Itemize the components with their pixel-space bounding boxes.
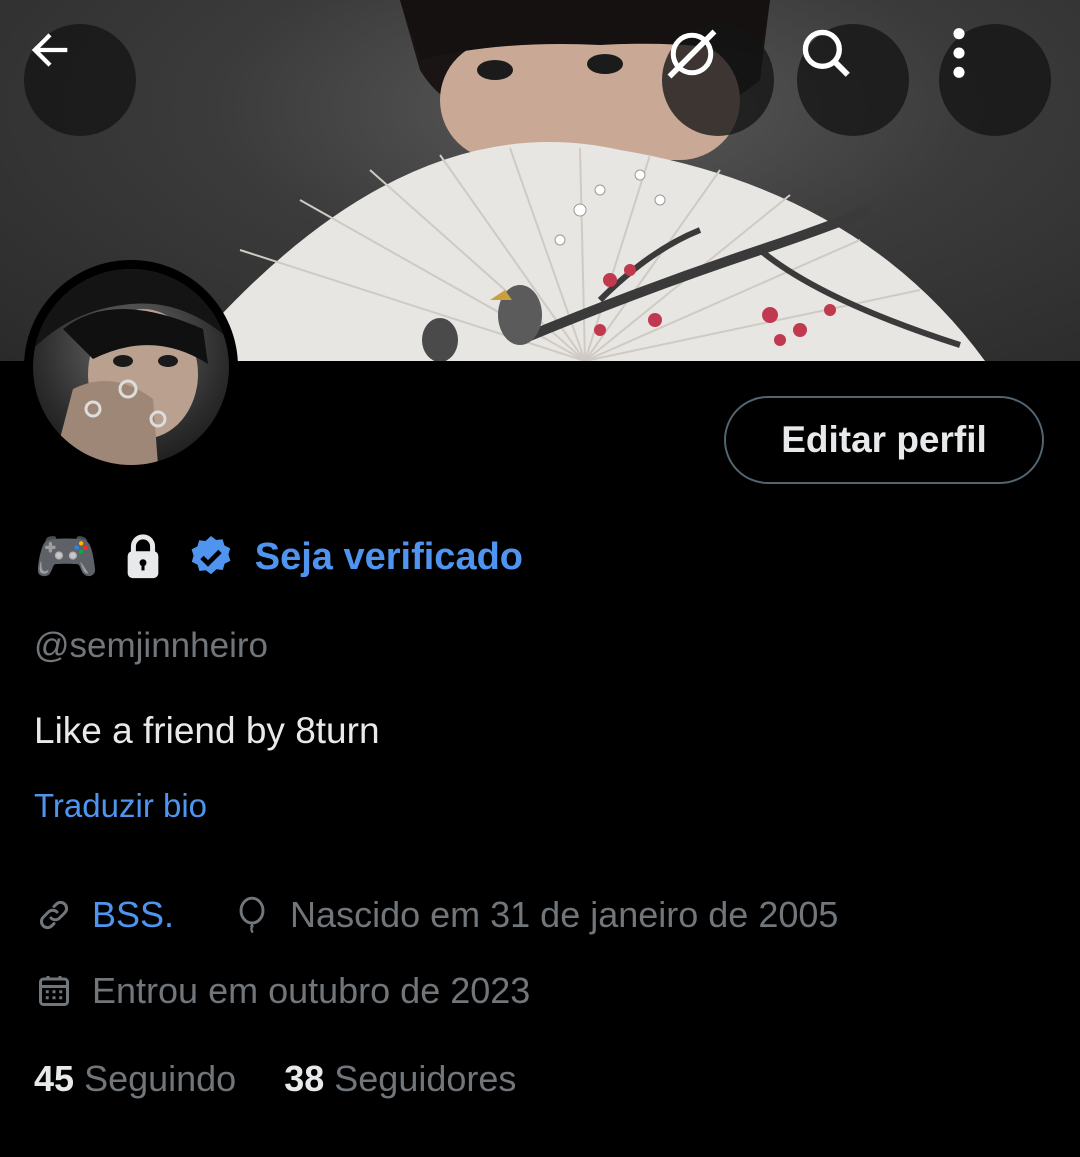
joined-text: Entrou em outubro de 2023 bbox=[92, 970, 531, 1011]
profile-meta-row: BSS. Nascido em 31 de janeiro de 2005 bbox=[34, 894, 838, 936]
calendar-icon bbox=[34, 971, 74, 1011]
following-count: 45 bbox=[34, 1058, 75, 1099]
back-button[interactable] bbox=[24, 24, 136, 136]
followers-label: Seguidores bbox=[334, 1058, 517, 1099]
birthday-text: Nascido em 31 de janeiro de 2005 bbox=[290, 894, 839, 935]
joined-row: Entrou em outubro de 2023 bbox=[34, 970, 530, 1012]
game-controller-emoji: 🎮 bbox=[34, 527, 99, 587]
follow-stats: 45 Seguindo 38 Seguidores bbox=[34, 1058, 564, 1100]
lock-icon bbox=[123, 534, 163, 580]
user-handle: @semjinnheiro bbox=[34, 626, 268, 665]
verified-badge-icon[interactable] bbox=[187, 533, 235, 581]
grok-icon bbox=[667, 29, 717, 79]
website-link[interactable]: BSS. bbox=[92, 894, 174, 936]
followers-stat[interactable]: 38 Seguidores bbox=[284, 1058, 516, 1100]
get-verified-link[interactable]: Seja verificado bbox=[255, 536, 523, 579]
edit-profile-button[interactable]: Editar perfil bbox=[724, 396, 1044, 484]
display-name-row: 🎮 Seja verificado bbox=[34, 522, 523, 592]
search-icon bbox=[802, 29, 850, 77]
bio-text: Like a friend by 8turn bbox=[34, 710, 380, 751]
arrow-left-icon bbox=[31, 33, 68, 67]
search-button[interactable] bbox=[797, 24, 909, 136]
avatar-image bbox=[33, 269, 229, 465]
followers-count: 38 bbox=[284, 1058, 325, 1099]
more-button[interactable] bbox=[939, 24, 1051, 136]
balloon-icon bbox=[232, 895, 272, 935]
grok-button[interactable] bbox=[662, 24, 774, 136]
translate-bio-link[interactable]: Traduzir bio bbox=[34, 787, 207, 825]
following-stat[interactable]: 45 Seguindo bbox=[34, 1058, 236, 1100]
link-icon bbox=[34, 895, 74, 935]
more-vertical-icon bbox=[953, 28, 965, 78]
following-label: Seguindo bbox=[84, 1058, 237, 1099]
avatar[interactable] bbox=[24, 260, 238, 474]
